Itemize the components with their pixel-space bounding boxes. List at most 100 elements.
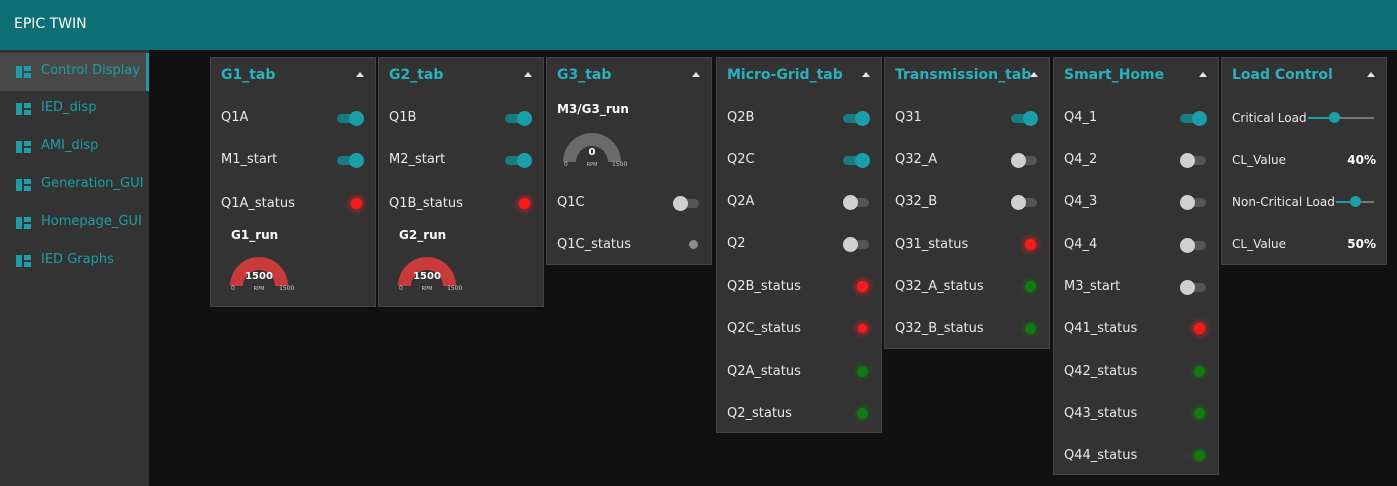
g1-tab-card: G1_tab Q1A M1_start Q1A_status G1_run 15… bbox=[210, 57, 376, 307]
q1c-status-led bbox=[689, 240, 698, 249]
critical-load-slider[interactable] bbox=[1308, 112, 1374, 124]
load-control-card: Load Control Critical Load CL_Value 40% … bbox=[1221, 57, 1387, 265]
q1c-switch[interactable] bbox=[673, 196, 699, 211]
card-title: G2_tab bbox=[389, 67, 444, 83]
collapse-caret-icon[interactable] bbox=[1199, 72, 1207, 77]
cl-value: 40% bbox=[1347, 153, 1376, 167]
micro-grid-tab-card: Micro-Grid_tab Q2B Q2C Q2A Q2 Q2B_status… bbox=[716, 57, 882, 433]
q41-status-led bbox=[1194, 323, 1205, 334]
q31-status-label: Q31_status bbox=[895, 237, 969, 252]
q2a-label: Q2A bbox=[727, 194, 755, 209]
q1a-label: Q1A bbox=[221, 110, 249, 125]
card-title: Load Control bbox=[1232, 67, 1333, 83]
q2-label: Q2 bbox=[727, 236, 746, 251]
q2-switch[interactable] bbox=[843, 237, 869, 252]
m1-start-switch[interactable] bbox=[337, 153, 364, 168]
sidebar-item-generation-gui[interactable]: Generation_GUI bbox=[0, 166, 149, 204]
q2b-status-led bbox=[857, 281, 868, 292]
m2-start-switch[interactable] bbox=[505, 153, 532, 168]
gauge-value: 1500 bbox=[413, 271, 441, 282]
q32-a-status-led bbox=[1025, 281, 1036, 292]
q2-status-label: Q2_status bbox=[727, 406, 792, 421]
q4-2-switch[interactable] bbox=[1180, 153, 1206, 168]
q1a-status-led bbox=[351, 198, 362, 209]
q2c-switch[interactable] bbox=[843, 153, 870, 168]
g2-run-gauge: 1500 RPM 0 1500 bbox=[382, 248, 472, 294]
sidebar-item-label: Control Display bbox=[41, 63, 141, 78]
q44-status-label: Q44_status bbox=[1064, 448, 1138, 463]
q32-b-switch[interactable] bbox=[1011, 195, 1037, 210]
sidebar-item-ami-disp[interactable]: AMI_disp bbox=[0, 128, 149, 166]
collapse-caret-icon[interactable] bbox=[1030, 72, 1038, 77]
cl-value-label: CL_Value bbox=[1232, 153, 1287, 167]
q42-status-led bbox=[1194, 366, 1205, 377]
q2a-switch[interactable] bbox=[843, 195, 869, 210]
gauge-min: 0 bbox=[231, 285, 235, 292]
q4-3-label: Q4_3 bbox=[1064, 194, 1098, 209]
gauge-max: 1500 bbox=[612, 161, 628, 168]
sidebar-nav: Control Display IED_disp AMI_disp Genera… bbox=[0, 50, 149, 486]
sidebar-item-ied-graphs[interactable]: IED Graphs bbox=[0, 242, 149, 280]
non-critical-load-label: Non-Critical Load bbox=[1232, 195, 1335, 209]
q32-a-label: Q32_A bbox=[895, 152, 938, 167]
collapse-caret-icon[interactable] bbox=[1367, 72, 1375, 77]
gauge-value: 1500 bbox=[245, 271, 273, 282]
dashboard-icon bbox=[16, 141, 31, 153]
m1-start-label: M1_start bbox=[221, 152, 278, 167]
critical-load-label: Critical Load bbox=[1232, 111, 1307, 125]
q43-status-led bbox=[1194, 408, 1205, 419]
collapse-caret-icon[interactable] bbox=[862, 72, 870, 77]
gauge-max: 1500 bbox=[447, 285, 463, 292]
smart-home-card: Smart_Home Q4_1 Q4_2 Q4_3 Q4_4 M3_start … bbox=[1053, 57, 1219, 475]
q32-b-status-label: Q32_B_status bbox=[895, 321, 984, 336]
active-indicator bbox=[146, 53, 149, 91]
gauge-min: 0 bbox=[399, 285, 403, 292]
app-title: EPIC TWIN bbox=[14, 16, 87, 32]
q2a-status-label: Q2A_status bbox=[727, 364, 801, 379]
sidebar-item-ied-disp[interactable]: IED_disp bbox=[0, 90, 149, 128]
sidebar-item-label: Homepage_GUI bbox=[41, 214, 142, 229]
q43-status-label: Q43_status bbox=[1064, 406, 1138, 421]
q2c-label: Q2C bbox=[727, 152, 755, 167]
card-title: G3_tab bbox=[557, 67, 612, 83]
card-title: Micro-Grid_tab bbox=[727, 67, 843, 83]
q2b-switch[interactable] bbox=[843, 111, 870, 126]
sidebar-item-control-display[interactable]: Control Display bbox=[0, 53, 149, 91]
q2a-status-led bbox=[857, 366, 868, 377]
dashboard-icon bbox=[16, 179, 31, 191]
q4-3-switch[interactable] bbox=[1180, 195, 1206, 210]
q1a-status-label: Q1A_status bbox=[221, 196, 295, 211]
q41-status-label: Q41_status bbox=[1064, 321, 1138, 336]
dashboard-icon bbox=[16, 255, 31, 267]
q31-switch[interactable] bbox=[1011, 111, 1038, 126]
sidebar-item-label: IED_disp bbox=[41, 100, 97, 115]
card-title: Transmission_tab bbox=[895, 67, 1032, 83]
m3-g3-run-gauge: 0 RPM 0 1500 bbox=[547, 124, 637, 170]
dashboard-icon bbox=[16, 217, 31, 229]
non-critical-load-slider[interactable] bbox=[1336, 196, 1374, 208]
q32-a-switch[interactable] bbox=[1011, 153, 1037, 168]
g1-run-gauge: 1500 RPM 0 1500 bbox=[214, 248, 304, 294]
q1b-status-label: Q1B_status bbox=[389, 196, 463, 211]
q4-4-switch[interactable] bbox=[1180, 238, 1206, 253]
q4-4-label: Q4_4 bbox=[1064, 237, 1098, 252]
m3-start-switch[interactable] bbox=[1180, 280, 1206, 295]
sidebar-item-label: AMI_disp bbox=[41, 138, 99, 153]
dashboard-icon bbox=[16, 66, 31, 78]
gauge-value: 0 bbox=[588, 147, 596, 158]
collapse-caret-icon[interactable] bbox=[356, 72, 364, 77]
q4-1-label: Q4_1 bbox=[1064, 110, 1098, 125]
gauge-title: M3/G3_run bbox=[557, 102, 629, 116]
q4-1-switch[interactable] bbox=[1180, 111, 1207, 126]
collapse-caret-icon[interactable] bbox=[524, 72, 532, 77]
q2-status-led bbox=[857, 408, 868, 419]
q2c-status-led bbox=[858, 324, 867, 333]
q32-a-status-label: Q32_A_status bbox=[895, 279, 984, 294]
card-title: Smart_Home bbox=[1064, 67, 1165, 83]
gauge-max: 1500 bbox=[279, 285, 295, 292]
q1a-switch[interactable] bbox=[337, 111, 364, 126]
collapse-caret-icon[interactable] bbox=[692, 72, 700, 77]
q1b-switch[interactable] bbox=[505, 111, 532, 126]
sidebar-item-homepage-gui[interactable]: Homepage_GUI bbox=[0, 204, 149, 242]
top-bar: EPIC TWIN bbox=[0, 0, 1397, 50]
